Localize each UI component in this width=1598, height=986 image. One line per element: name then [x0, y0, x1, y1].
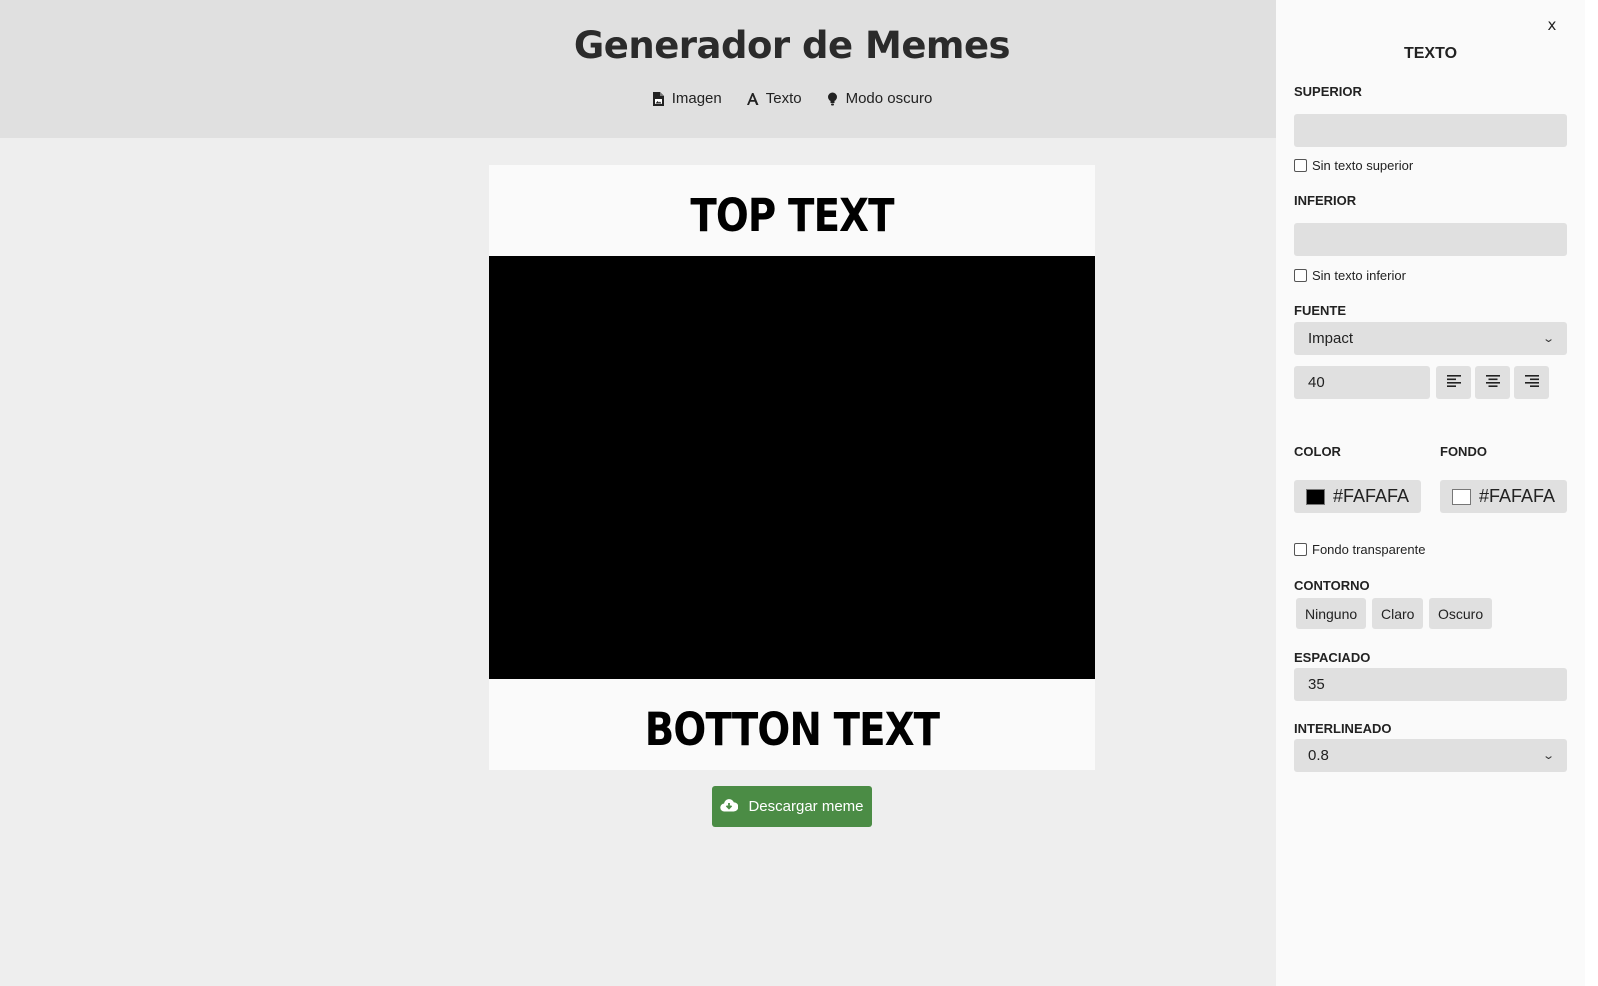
chevron-down-icon: ⌄: [1541, 750, 1555, 762]
font-select-value: Impact: [1308, 330, 1354, 347]
line-height-label: INTERLINEADO: [1294, 721, 1392, 736]
image-file-icon: [652, 91, 665, 106]
font-select[interactable]: Impact ⌄: [1294, 322, 1567, 355]
checkbox-box[interactable]: [1294, 159, 1307, 172]
background-swatch: [1452, 488, 1471, 505]
checkbox-box[interactable]: [1294, 269, 1307, 282]
align-center-button[interactable]: [1475, 366, 1510, 399]
align-left-button[interactable]: [1436, 366, 1471, 399]
bottom-text-label: INFERIOR: [1294, 193, 1357, 208]
background-label: FONDO: [1440, 444, 1487, 459]
nav-text-button[interactable]: Texto: [746, 88, 802, 109]
nav-dark-mode-label: Modo oscuro: [845, 90, 933, 107]
nav-image-label: Imagen: [671, 90, 722, 107]
bottom-text-input[interactable]: [1294, 223, 1567, 256]
align-center-icon: [1485, 375, 1500, 390]
meme-image: [489, 256, 1095, 679]
scrollbar[interactable]: [1585, 0, 1598, 986]
font-icon: [746, 92, 759, 106]
meme-bottom-text: BOTTON TEXT: [644, 703, 940, 756]
color-label: COLOR: [1294, 444, 1341, 459]
nav-image-button[interactable]: Imagen: [652, 88, 722, 109]
transparent-background-label: Fondo transparente: [1312, 542, 1426, 557]
background-color-value: #FAFAFA: [1478, 486, 1555, 506]
no-bottom-text-label: Sin texto inferior: [1312, 268, 1406, 283]
line-height-select[interactable]: 0.8 ⌄: [1294, 739, 1567, 772]
no-top-text-checkbox[interactable]: Sin texto superior: [1294, 158, 1413, 173]
outline-label: CONTORNO: [1294, 578, 1370, 593]
meme-preview: TOP TEXT BOTTON TEXT: [489, 165, 1095, 770]
chevron-down-icon: ⌄: [1541, 333, 1555, 345]
font-label: FUENTE: [1294, 303, 1346, 318]
align-right-icon: [1524, 375, 1539, 390]
panel-title: TEXTO: [1403, 45, 1458, 62]
meme-top-text: TOP TEXT: [690, 189, 894, 242]
download-meme-button[interactable]: Descargar meme: [712, 786, 872, 827]
transparent-background-checkbox[interactable]: Fondo transparente: [1294, 542, 1425, 557]
text-color-picker[interactable]: #FAFAFA: [1294, 480, 1421, 513]
header: [0, 0, 1276, 138]
outline-none-button[interactable]: Ninguno: [1296, 598, 1367, 629]
lightbulb-icon: [826, 92, 839, 106]
download-label: Descargar meme: [748, 798, 864, 815]
outline-dark-button[interactable]: Oscuro: [1429, 598, 1493, 629]
nav-dark-mode-button[interactable]: Modo oscuro: [826, 88, 933, 109]
top-text-label: SUPERIOR: [1294, 84, 1362, 99]
align-left-icon: [1446, 375, 1461, 390]
no-top-text-label: Sin texto superior: [1312, 158, 1414, 173]
close-panel-button[interactable]: x: [1542, 14, 1562, 36]
outline-light-button[interactable]: Claro: [1372, 598, 1424, 629]
align-right-button[interactable]: [1514, 366, 1549, 399]
nav-text-label: Texto: [765, 90, 802, 107]
spacing-input[interactable]: [1294, 668, 1567, 701]
text-color-value: #FAFAFA: [1332, 486, 1409, 506]
cloud-download-icon: [720, 798, 739, 816]
background-color-picker[interactable]: #FAFAFA: [1440, 480, 1567, 513]
color-swatch: [1306, 488, 1325, 505]
top-text-input[interactable]: [1294, 114, 1567, 147]
no-bottom-text-checkbox[interactable]: Sin texto inferior: [1294, 268, 1406, 283]
spacing-label: ESPACIADO: [1294, 650, 1371, 665]
line-height-select-value: 0.8: [1308, 747, 1329, 764]
checkbox-box[interactable]: [1294, 543, 1307, 556]
font-size-input[interactable]: [1294, 366, 1430, 399]
